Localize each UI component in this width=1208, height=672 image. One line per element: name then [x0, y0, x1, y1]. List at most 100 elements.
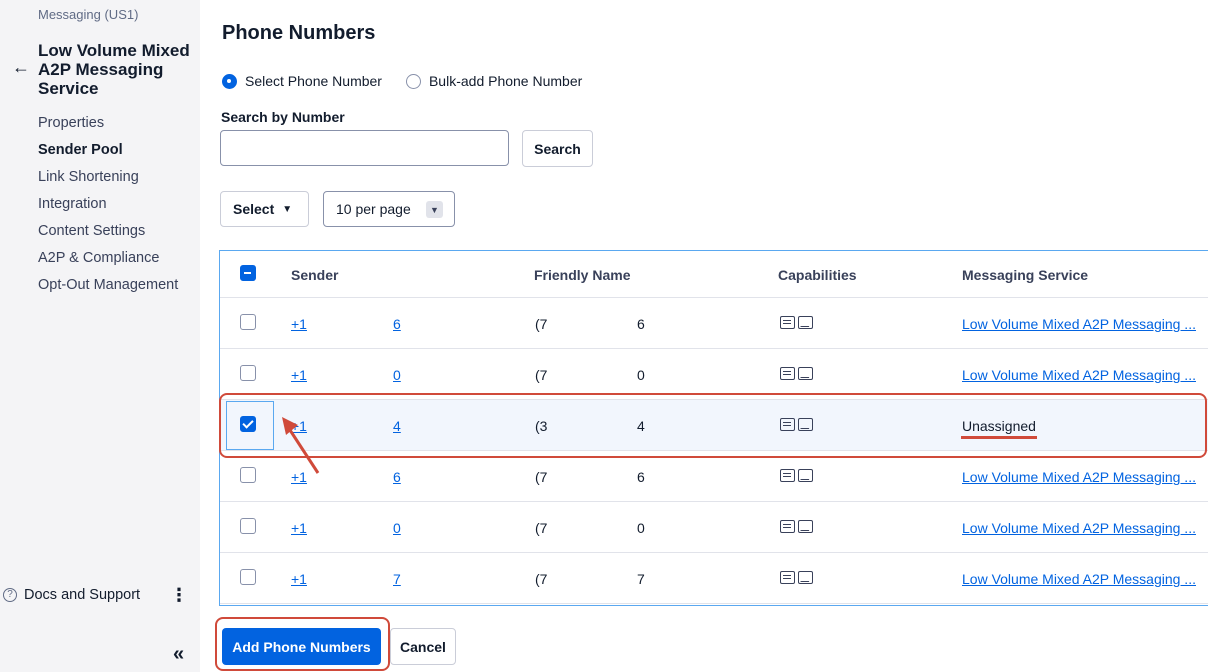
help-circle-icon: ? — [3, 588, 17, 602]
mms-icon — [798, 520, 813, 533]
service-title: Low Volume Mixed A2P Messaging Service — [38, 41, 190, 98]
row-checkbox[interactable] — [240, 569, 256, 585]
capabilities — [780, 367, 813, 380]
select-dropdown[interactable]: Select ▼ — [220, 191, 309, 227]
column-header-sender: Sender — [291, 267, 339, 283]
sidebar: Messaging (US1) ← Low Volume Mixed A2P M… — [0, 0, 200, 672]
sender-number-link[interactable]: 6 — [393, 316, 401, 332]
search-input[interactable] — [220, 130, 509, 166]
per-page-select[interactable]: 10 per page ▼ — [323, 191, 455, 227]
sender-country-code-link[interactable]: +1 — [291, 571, 307, 587]
messaging-service-link[interactable]: Low Volume Mixed A2P Messaging ... — [962, 520, 1196, 536]
table-row[interactable]: +1 4 (3 4 Unassigned — [220, 400, 1208, 451]
sender-country-code-link[interactable]: +1 — [291, 418, 307, 434]
collapse-sidebar-icon[interactable]: « — [173, 643, 184, 665]
sms-icon — [780, 571, 795, 584]
radio-bulk-add-phone-number-label[interactable]: Bulk-add Phone Number — [429, 73, 582, 89]
sender-number-link[interactable]: 7 — [393, 571, 401, 587]
sms-icon — [780, 316, 795, 329]
messaging-service-link[interactable]: Low Volume Mixed A2P Messaging ... — [962, 316, 1196, 332]
add-phone-numbers-button[interactable]: Add Phone Numbers — [222, 628, 381, 665]
search-label: Search by Number — [221, 109, 345, 125]
chevron-down-icon: ▼ — [426, 201, 443, 218]
radio-select-phone-number-label[interactable]: Select Phone Number — [245, 73, 382, 89]
capabilities — [780, 520, 813, 533]
select-dropdown-label: Select — [233, 201, 275, 217]
radio-select-phone-number[interactable] — [222, 73, 237, 89]
sms-icon — [780, 418, 795, 431]
table-row[interactable]: +1 6 (7 6 Low Volume Mixed A2P Messaging ... — [220, 298, 1208, 349]
friendly-name-prefix: (7 — [535, 571, 548, 587]
sender-number-link[interactable]: 6 — [393, 469, 401, 485]
table-row[interactable]: +1 0 (7 0 Low Volume Mixed A2P Messaging ... — [220, 502, 1208, 553]
sidebar-item-opt-out-management[interactable]: Opt-Out Management — [38, 272, 178, 299]
select-all-checkbox[interactable] — [240, 265, 256, 281]
sms-icon — [780, 367, 795, 380]
sidebar-item-link-shortening[interactable]: Link Shortening — [38, 164, 178, 191]
phone-numbers-table: Sender Friendly Name Capabilities Messag… — [219, 250, 1208, 606]
messaging-service-link[interactable]: Low Volume Mixed A2P Messaging ... — [962, 571, 1196, 587]
messaging-service-link[interactable]: Low Volume Mixed A2P Messaging ... — [962, 469, 1196, 485]
capabilities — [780, 571, 813, 584]
row-checkbox[interactable] — [240, 518, 256, 534]
sms-icon — [780, 520, 795, 533]
chevron-down-icon: ▼ — [282, 203, 293, 215]
sender-number-link[interactable]: 0 — [393, 520, 401, 536]
sender-country-code-link[interactable]: +1 — [291, 316, 307, 332]
sender-number-link[interactable]: 0 — [393, 367, 401, 383]
friendly-name-prefix: (7 — [535, 367, 548, 383]
sender-country-code-link[interactable]: +1 — [291, 367, 307, 383]
messaging-service-text: Unassigned — [962, 418, 1036, 434]
row-checkbox[interactable] — [240, 467, 256, 483]
mms-icon — [798, 367, 813, 380]
kebab-menu-icon[interactable]: ⋮ — [170, 584, 188, 606]
column-header-capabilities: Capabilities — [778, 267, 857, 283]
friendly-name-suffix: 6 — [637, 316, 645, 332]
capabilities — [780, 418, 813, 431]
column-header-friendly-name: Friendly Name — [534, 267, 631, 283]
sidebar-item-properties[interactable]: Properties — [38, 110, 178, 137]
mms-icon — [798, 418, 813, 431]
table-row[interactable]: +1 0 (7 0 Low Volume Mixed A2P Messaging ... — [220, 349, 1208, 400]
friendly-name-prefix: (3 — [535, 418, 548, 434]
friendly-name-prefix: (7 — [535, 520, 548, 536]
friendly-name-suffix: 0 — [637, 367, 645, 383]
row-checkbox[interactable] — [240, 416, 256, 432]
friendly-name-suffix: 7 — [637, 571, 645, 587]
table-row[interactable]: +1 6 (7 6 Low Volume Mixed A2P Messaging ... — [220, 451, 1208, 502]
sender-number-link[interactable]: 4 — [393, 418, 401, 434]
mms-icon — [798, 469, 813, 482]
per-page-value: 10 per page — [336, 201, 411, 217]
sidebar-item-sender-pool[interactable]: Sender Pool — [38, 137, 178, 164]
messaging-service-link[interactable]: Low Volume Mixed A2P Messaging ... — [962, 367, 1196, 383]
row-checkbox[interactable] — [240, 314, 256, 330]
back-arrow-icon[interactable]: ← — [12, 58, 30, 76]
docs-and-support[interactable]: ? Docs and Support ⋮ — [0, 584, 200, 606]
page-title: Phone Numbers — [222, 22, 376, 44]
friendly-name-suffix: 4 — [637, 418, 645, 434]
sender-country-code-link[interactable]: +1 — [291, 469, 307, 485]
sms-icon — [780, 469, 795, 482]
mms-icon — [798, 571, 813, 584]
sender-country-code-link[interactable]: +1 — [291, 520, 307, 536]
column-header-messaging-service: Messaging Service — [962, 267, 1089, 283]
sidebar-breadcrumb[interactable]: Messaging (US1) — [38, 7, 138, 22]
capabilities — [780, 316, 813, 329]
sidebar-nav: Properties Sender Pool Link Shortening I… — [38, 110, 178, 299]
friendly-name-prefix: (7 — [535, 316, 548, 332]
search-button[interactable]: Search — [522, 130, 593, 167]
mms-icon — [798, 316, 813, 329]
sidebar-item-integration[interactable]: Integration — [38, 191, 178, 218]
friendly-name-prefix: (7 — [535, 469, 548, 485]
table-row[interactable]: +1 7 (7 7 Low Volume Mixed A2P Messaging ... — [220, 553, 1208, 604]
row-checkbox[interactable] — [240, 365, 256, 381]
capabilities — [780, 469, 813, 482]
sidebar-item-content-settings[interactable]: Content Settings — [38, 218, 178, 245]
cancel-button[interactable]: Cancel — [390, 628, 456, 665]
sidebar-item-a2p-compliance[interactable]: A2P & Compliance — [38, 245, 178, 272]
add-mode-radio-group: Select Phone Number Bulk-add Phone Numbe… — [222, 73, 606, 89]
radio-bulk-add-phone-number[interactable] — [405, 73, 421, 89]
friendly-name-suffix: 6 — [637, 469, 645, 485]
friendly-name-suffix: 0 — [637, 520, 645, 536]
table-header: Sender Friendly Name Capabilities Messag… — [220, 251, 1208, 298]
